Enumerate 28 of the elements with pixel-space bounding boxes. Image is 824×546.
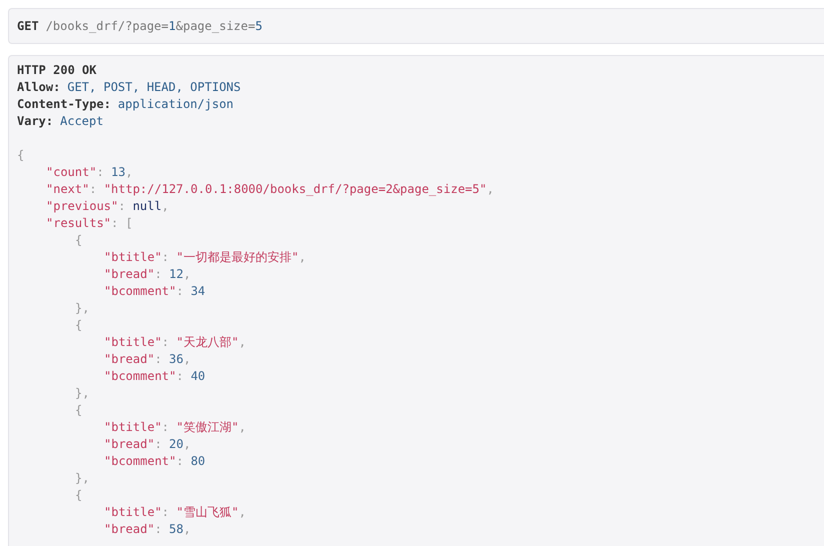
json-line: "next": "http://127.0.0.1:8000/books_drf/?page=2&page_size=5", bbox=[46, 181, 494, 198]
json-line: "bread": 36, bbox=[104, 351, 191, 368]
json-line: "count": 13, bbox=[46, 164, 133, 181]
json-line: "btitle": "雪山飞狐", bbox=[104, 504, 246, 521]
json-line: "previous": null, bbox=[46, 198, 169, 215]
json-line: "btitle": "一切都是最好的安排", bbox=[104, 249, 306, 266]
json-line: "bcomment": 34 bbox=[104, 283, 206, 300]
json-line: "btitle": "笑傲江湖", bbox=[104, 419, 246, 436]
json-line: { bbox=[75, 317, 82, 334]
json-line: "bread": 58, bbox=[104, 521, 191, 538]
json-line: }, bbox=[75, 470, 90, 487]
status-line: HTTP 200 OK bbox=[17, 62, 96, 79]
json-line: { bbox=[75, 402, 82, 419]
json-line: "bread": 12, bbox=[104, 266, 191, 283]
json-line: "bcomment": 40 bbox=[104, 368, 206, 385]
json-line: "btitle": "天龙八部", bbox=[104, 334, 246, 351]
request-line: GET /books_drf/?page=1&page_size=5 bbox=[17, 18, 262, 35]
header-line: Allow: GET, POST, HEAD, OPTIONS bbox=[17, 79, 241, 96]
header-line: Vary: Accept bbox=[17, 113, 104, 130]
json-line: "bcomment": 80 bbox=[104, 453, 206, 470]
json-line: }, bbox=[75, 385, 90, 402]
json-line: { bbox=[75, 232, 82, 249]
json-line: }, bbox=[75, 300, 90, 317]
json-line: "bread": 20, bbox=[104, 436, 191, 453]
json-line: { bbox=[75, 487, 82, 504]
header-line: Content-Type: application/json bbox=[17, 96, 234, 113]
json-line: { bbox=[17, 147, 24, 164]
json-line: "results": [ bbox=[46, 215, 133, 232]
